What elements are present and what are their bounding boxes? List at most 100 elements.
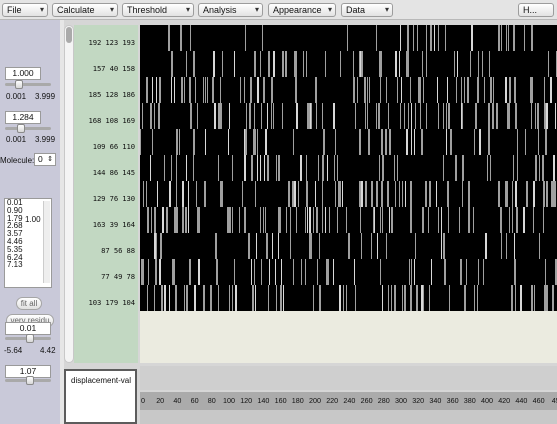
row-label: 109 66 110 — [92, 142, 135, 151]
molecule-label: Molecule: — [0, 156, 35, 165]
x-tick-label: 320 — [412, 396, 425, 405]
row-label: 185 128 186 — [88, 90, 136, 99]
slider-thumb[interactable] — [25, 376, 34, 385]
value-list[interactable]: 0.01 0.90 1.79 2.68 3.57 4.46 5.35 6.24 7.13 1.00 — [4, 198, 52, 288]
barcode-row — [140, 181, 557, 207]
parameter-3-slider[interactable] — [5, 334, 51, 343]
fit-all-button[interactable]: fit all — [16, 297, 42, 310]
x-tick-label: 100 — [223, 396, 235, 405]
slider-track — [5, 127, 51, 130]
x-tick-label: 45 — [551, 396, 557, 405]
row-label: 192 123 193 — [88, 38, 136, 47]
chevron-down-icon: ▾ — [327, 5, 332, 14]
x-tick-label: 200 — [309, 396, 321, 405]
x-axis: 0 20 40 60 80 100 120 140 160 180 200 220 240 260 280 3… — [140, 392, 557, 410]
track-strip — [140, 366, 557, 390]
barcode-row — [140, 155, 557, 181]
displacement-label: displacement-val — [71, 376, 132, 385]
barcode-plot[interactable] — [140, 25, 557, 363]
parameter-2-min: 0.001 — [6, 135, 27, 144]
data-menu[interactable]: Data ▾ — [341, 3, 393, 17]
appearance-menu[interactable]: Appearance ▾ — [268, 3, 336, 17]
help-menu[interactable]: H... — [518, 3, 554, 17]
x-tick-label: 160 — [274, 396, 287, 405]
x-tick-label: 440 — [515, 396, 528, 405]
file-menu[interactable]: File ▾ — [2, 3, 48, 17]
barcode-row — [140, 25, 557, 51]
x-tick-label: 280 — [377, 396, 390, 405]
x-tick-label: 340 — [429, 396, 442, 405]
row-label: 168 108 169 — [88, 116, 136, 125]
x-tick-label: 240 — [343, 396, 356, 405]
x-tick-label: 180 — [291, 396, 304, 405]
help-menu-label: H... — [523, 5, 538, 15]
horizontal-scrollbar[interactable] — [140, 410, 557, 424]
x-tick-label: 260 — [360, 396, 373, 405]
list-selected-value: 1.00 — [25, 215, 41, 224]
stepper-icon: ⇕ — [47, 156, 53, 163]
parameter-3-min: -5.64 — [4, 346, 23, 355]
molecule-select[interactable]: 0 ⇕ — [34, 153, 56, 166]
slider-thumb[interactable] — [26, 334, 35, 343]
barcode-row — [140, 51, 557, 77]
parameter-1-slider[interactable] — [5, 80, 51, 89]
x-tick-label: 380 — [463, 396, 476, 405]
analysis-menu[interactable]: Analysis ▾ — [198, 3, 263, 17]
barcode-row — [140, 259, 557, 285]
x-tick-label: 400 — [481, 396, 493, 405]
x-tick-label: 120 — [240, 396, 253, 405]
file-menu-label: File — [7, 5, 22, 15]
row-label: 129 76 130 — [92, 194, 135, 203]
calculate-menu[interactable]: Calculate ▾ — [52, 3, 118, 17]
analysis-menu-label: Analysis — [203, 5, 237, 15]
x-tick-label: 20 — [156, 396, 165, 405]
barcode-row — [140, 207, 557, 233]
molecule-value: 0 — [38, 154, 43, 164]
barcode-row — [140, 77, 557, 103]
barcode-row — [140, 285, 557, 311]
chevron-down-icon: ▾ — [39, 5, 44, 14]
threshold-menu[interactable]: Threshold ▾ — [122, 3, 194, 17]
parameter-4-slider[interactable] — [5, 376, 51, 385]
chevron-down-icon: ▾ — [254, 5, 259, 14]
chevron-down-icon: ▾ — [109, 5, 114, 14]
vertical-scrollbar[interactable] — [64, 25, 74, 363]
displacement-panel: displacement-val — [64, 369, 137, 424]
x-tick-label: 140 — [257, 396, 270, 405]
list-scrollbar[interactable] — [43, 201, 50, 283]
x-tick-label: 40 — [173, 396, 182, 405]
slider-thumb[interactable] — [17, 124, 26, 133]
row-label-column: 192 123 193 157 40 158 185 128 186 168 108 … — [74, 25, 138, 363]
x-tick-label: 420 — [498, 396, 511, 405]
x-tick-label: 460 — [532, 396, 545, 405]
parameter-1-min: 0.001 — [6, 92, 27, 101]
barcode-strips — [140, 25, 557, 311]
parameter-3-max: 4.42 — [40, 346, 56, 355]
row-label: 144 86 145 — [92, 168, 135, 177]
row-label: 157 40 158 — [92, 64, 135, 73]
barcode-row — [140, 103, 557, 129]
x-tick-label: 60 — [190, 396, 199, 405]
data-menu-label: Data — [346, 5, 366, 15]
parameter-1-max: 3.999 — [35, 92, 56, 101]
barcode-row — [140, 233, 557, 259]
x-tick-label: 300 — [395, 396, 407, 405]
threshold-menu-label: Threshold — [127, 5, 168, 15]
slider-thumb[interactable] — [14, 80, 23, 89]
row-label: 87 56 88 — [101, 246, 135, 255]
chevron-down-icon: ▾ — [384, 5, 389, 14]
appearance-menu-label: Appearance — [273, 5, 322, 15]
x-tick-label: 80 — [207, 396, 216, 405]
scroll-thumb[interactable] — [66, 27, 72, 43]
parameter-2-slider[interactable] — [5, 124, 51, 133]
parameter-2-field[interactable]: 1.284 — [5, 111, 41, 124]
row-label: 103 179 104 — [88, 298, 136, 307]
x-tick-label: 360 — [446, 396, 459, 405]
parameter-2-max: 3.999 — [35, 135, 56, 144]
parameter-1-field[interactable]: 1.000 — [5, 67, 41, 80]
barcode-row — [140, 129, 557, 155]
left-panel: 1.000 0.001 3.999 1.284 0.001 3.999 Mole… — [0, 20, 60, 424]
x-tick-label: 0 — [141, 396, 145, 405]
row-label: 163 39 164 — [92, 220, 135, 229]
chevron-down-icon: ▾ — [185, 5, 190, 14]
